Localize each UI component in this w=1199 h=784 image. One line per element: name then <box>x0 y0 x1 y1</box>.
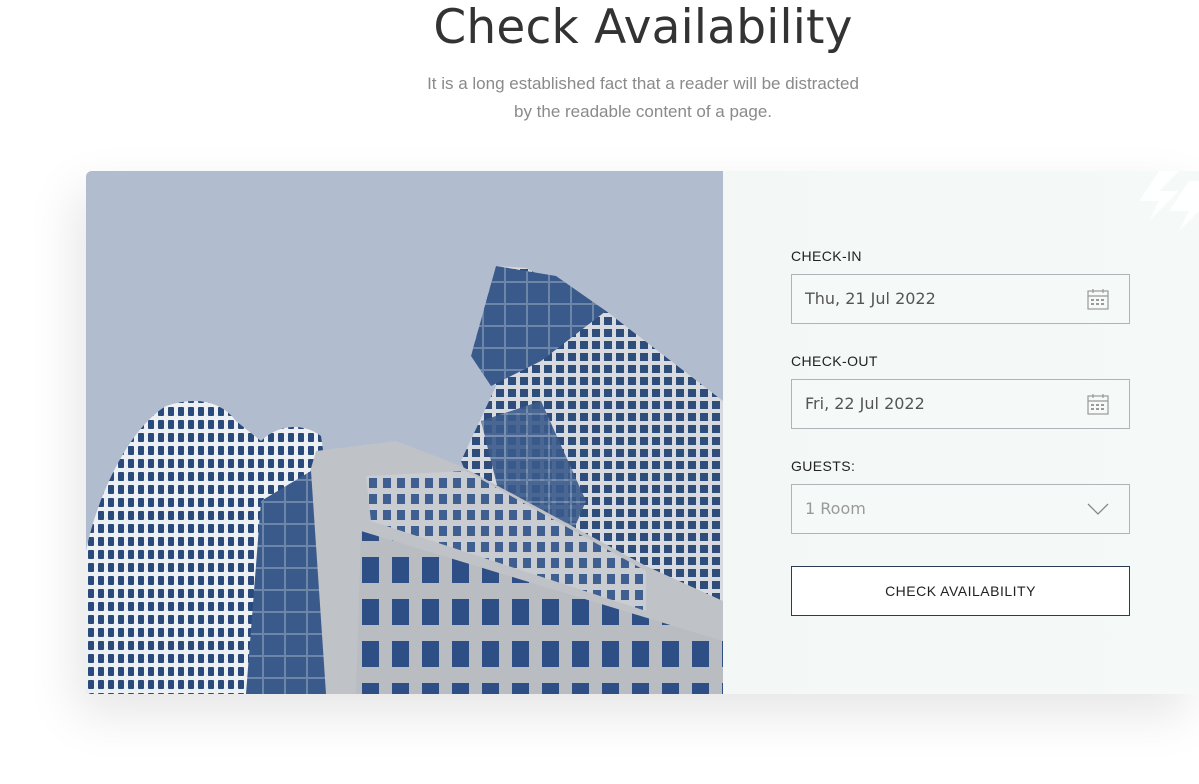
subtitle-line-1: It is a long established fact that a rea… <box>427 74 859 93</box>
building-photo <box>86 171 723 694</box>
booking-form: CHECK-IN Thu, 21 Jul 2022 CHECK-OUT Fri,… <box>723 171 1199 694</box>
page-subtitle: It is a long established fact that a rea… <box>400 70 886 126</box>
check-out-value: Fri, 22 Jul 2022 <box>805 394 925 413</box>
availability-card: CHECK-IN Thu, 21 Jul 2022 CHECK-OUT Fri,… <box>86 171 1199 694</box>
calendar-icon[interactable] <box>1087 288 1109 314</box>
page-title: Check Availability <box>433 0 853 55</box>
check-out-label: CHECK-OUT <box>791 353 878 369</box>
calendar-icon[interactable] <box>1087 393 1109 419</box>
check-out-field[interactable]: Fri, 22 Jul 2022 <box>791 379 1130 429</box>
chevron-down-icon[interactable] <box>1087 501 1109 520</box>
guests-select[interactable]: 1 Room <box>791 484 1130 534</box>
guests-value: 1 Room <box>805 499 866 518</box>
decorative-pattern <box>1139 171 1199 231</box>
check-availability-button[interactable]: CHECK AVAILABILITY <box>791 566 1130 616</box>
subtitle-line-2: by the readable content of a page. <box>513 102 773 121</box>
guests-label: GUESTS: <box>791 458 856 474</box>
check-in-field[interactable]: Thu, 21 Jul 2022 <box>791 274 1130 324</box>
check-in-label: CHECK-IN <box>791 248 862 264</box>
check-in-value: Thu, 21 Jul 2022 <box>805 289 936 308</box>
